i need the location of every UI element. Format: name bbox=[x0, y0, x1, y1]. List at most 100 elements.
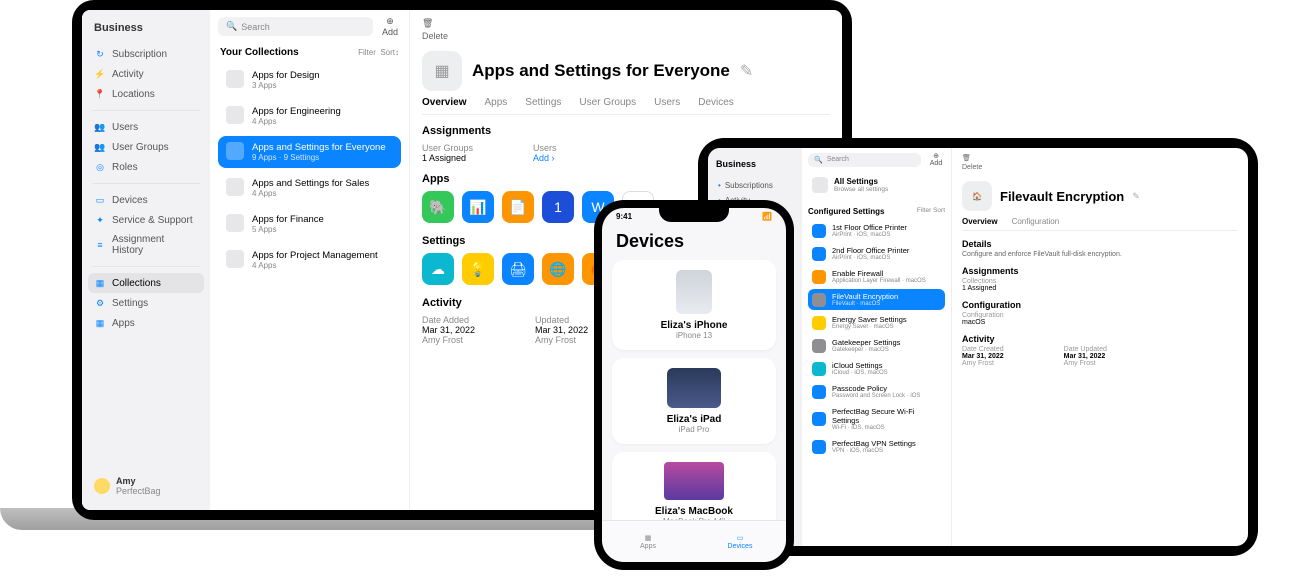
sidebar-item-settings[interactable]: ⚙Settings bbox=[88, 293, 204, 313]
app-icon[interactable]: 💡 bbox=[462, 253, 494, 285]
setting-icon bbox=[812, 247, 826, 261]
collection-item[interactable]: Apps and Settings for Everyone9 Apps · 9… bbox=[218, 136, 401, 168]
add-button[interactable]: ⊕Add bbox=[927, 152, 945, 167]
setting-item[interactable]: 2nd Floor Office PrinterAirPrint · iOS, … bbox=[808, 243, 945, 264]
add-button[interactable]: ⊕Add bbox=[379, 16, 401, 37]
filter-button[interactable]: Filter bbox=[917, 207, 931, 214]
setting-icon bbox=[812, 270, 826, 284]
tab-overview[interactable]: Overview bbox=[422, 97, 466, 108]
search-icon: 🔍 bbox=[226, 21, 237, 32]
setting-icon bbox=[812, 339, 826, 353]
collection-icon bbox=[226, 214, 244, 232]
setting-item[interactable]: 1st Floor Office PrinterAirPrint · iOS, … bbox=[808, 220, 945, 241]
sidebar-item-devices[interactable]: ▭Devices bbox=[88, 190, 204, 210]
activity-label: Activity bbox=[962, 334, 1238, 344]
tab-users[interactable]: Users bbox=[654, 97, 680, 108]
sidebar-item-roles[interactable]: ◎Roles bbox=[88, 157, 204, 177]
tab-user-groups[interactable]: User Groups bbox=[579, 97, 636, 108]
search-input[interactable]: 🔍Search bbox=[808, 153, 921, 167]
collection-item[interactable]: Apps for Project Management4 Apps bbox=[218, 244, 401, 276]
search-icon: 🔍 bbox=[814, 156, 823, 164]
page-title: Apps and Settings for Everyone bbox=[472, 61, 730, 81]
all-settings-item[interactable]: All SettingsBrowse all settings bbox=[808, 173, 945, 197]
sidebar-item-collections[interactable]: ▦Collections bbox=[88, 273, 204, 293]
sidebar-icon: ⚡ bbox=[94, 68, 106, 80]
app-icon[interactable]: 🐘 bbox=[422, 191, 454, 223]
app-icon[interactable]: 📊 bbox=[462, 191, 494, 223]
tab-overview[interactable]: Overview bbox=[962, 217, 998, 226]
collection-item[interactable]: Apps for Design3 Apps bbox=[218, 64, 401, 96]
collection-icon bbox=[226, 142, 244, 160]
delete-button[interactable]: 🗑Delete bbox=[962, 154, 982, 171]
collection-item[interactable]: Apps for Engineering4 Apps bbox=[218, 100, 401, 132]
collection-item[interactable]: Apps and Settings for Sales4 Apps bbox=[218, 172, 401, 204]
setting-item[interactable]: iCloud SettingsiCloud · iOS, macOS bbox=[808, 358, 945, 379]
app-icon[interactable]: 📄 bbox=[502, 191, 534, 223]
app-icon[interactable]: 1 bbox=[542, 191, 574, 223]
tab-configuration[interactable]: Configuration bbox=[1012, 217, 1060, 226]
assignment-value: 1 Assigned bbox=[422, 153, 473, 163]
grid-icon bbox=[812, 177, 828, 193]
tab-apps[interactable]: Apps bbox=[484, 97, 507, 108]
tab-bar: ▦Apps▭Devices bbox=[602, 520, 786, 562]
setting-icon bbox=[812, 385, 826, 399]
setting-item[interactable]: Passcode PolicyPassword and Screen Lock … bbox=[808, 381, 945, 402]
tab-settings[interactable]: Settings bbox=[525, 97, 561, 108]
edit-icon[interactable]: ✎ bbox=[740, 61, 753, 81]
sort-button[interactable]: Sort bbox=[933, 207, 945, 214]
collection-item[interactable]: Apps for Finance5 Apps bbox=[218, 208, 401, 240]
device-card[interactable]: Eliza's MacBookMacBook Pro 14" bbox=[612, 452, 776, 520]
setting-item[interactable]: Energy Saver SettingsEnergy Saver · macO… bbox=[808, 312, 945, 333]
device-card[interactable]: Eliza's iPadiPad Pro bbox=[612, 358, 776, 444]
delete-button[interactable]: 🗑Delete bbox=[422, 18, 448, 41]
sidebar-item-subscription[interactable]: ↻Subscription bbox=[88, 44, 204, 64]
app-icon[interactable]: 🖨 bbox=[502, 253, 534, 285]
sidebar-icon: 📍 bbox=[94, 88, 106, 100]
setting-item[interactable]: Enable FirewallApplication Layer Firewal… bbox=[808, 266, 945, 287]
sidebar-item-service-&-support[interactable]: ✦Service & Support bbox=[88, 210, 204, 230]
tabbar-devices[interactable]: ▭Devices bbox=[694, 521, 786, 562]
configuration-label: Configuration bbox=[962, 300, 1238, 310]
collection-icon bbox=[226, 106, 244, 124]
app-icon[interactable]: ☁ bbox=[422, 253, 454, 285]
device-icon bbox=[664, 462, 724, 500]
plus-icon: ⊕ bbox=[927, 152, 945, 160]
assignment-value[interactable]: Add › bbox=[533, 153, 557, 163]
tab-devices[interactable]: Devices bbox=[698, 97, 734, 108]
setting-item[interactable]: Gatekeeper SettingsGatekeeper · macOS bbox=[808, 335, 945, 356]
sidebar-item-locations[interactable]: 📍Locations bbox=[88, 84, 204, 104]
sidebar-icon: ⚙ bbox=[94, 297, 106, 309]
collection-icon bbox=[226, 178, 244, 196]
tab-icon: ▭ bbox=[737, 534, 744, 542]
setting-icon bbox=[812, 224, 826, 238]
assignments-label: Assignments bbox=[962, 266, 1238, 276]
sort-button[interactable]: Sort bbox=[380, 48, 395, 57]
ipad-settings-column: 🔍Search ⊕Add All SettingsBrowse all sett… bbox=[802, 148, 952, 546]
setting-item[interactable]: FileVault EncryptionFileVault · macOS bbox=[808, 289, 945, 310]
avatar-icon bbox=[94, 478, 110, 494]
search-input[interactable]: 🔍Search bbox=[218, 17, 373, 36]
tabbar-apps[interactable]: ▦Apps bbox=[602, 521, 694, 562]
setting-icon bbox=[812, 293, 826, 307]
mac-sidebar: Business ↻Subscription⚡Activity📍Location… bbox=[82, 10, 210, 510]
current-user-chip[interactable]: Amy PerfectBag bbox=[88, 470, 204, 502]
app-icon[interactable]: 🌐 bbox=[542, 253, 574, 285]
device-card[interactable]: Eliza's iPhoneiPhone 13 bbox=[612, 260, 776, 350]
sidebar-icon: ↻ bbox=[94, 48, 106, 60]
sidebar-item-assignment-history[interactable]: ≡Assignment History bbox=[88, 230, 204, 260]
sidebar-item-user-groups[interactable]: 👥User Groups bbox=[88, 137, 204, 157]
sidebar-item-users[interactable]: 👥Users bbox=[88, 117, 204, 137]
iphone-frame: 9:41📶 Devices Eliza's iPhoneiPhone 13Eli… bbox=[594, 200, 794, 570]
sidebar-icon: ▭ bbox=[94, 194, 106, 206]
edit-icon[interactable]: ✎ bbox=[1132, 191, 1140, 202]
assignments-label: Assignments bbox=[422, 125, 830, 137]
sidebar-item-subscriptions[interactable]: •Subscriptions bbox=[714, 178, 796, 193]
trash-icon: 🗑 bbox=[422, 18, 433, 29]
setting-item[interactable]: PerfectBag VPN SettingsVPN · iOS, macOS bbox=[808, 436, 945, 457]
app-brand: Business bbox=[90, 22, 202, 34]
sidebar-item-activity[interactable]: ⚡Activity bbox=[88, 64, 204, 84]
setting-item[interactable]: PerfectBag Secure Wi-Fi SettingsWi-Fi · … bbox=[808, 404, 945, 434]
sidebar-item-apps[interactable]: ▦Apps bbox=[88, 313, 204, 333]
page-title: Filevault Encryption bbox=[1000, 189, 1124, 204]
filter-button[interactable]: Filter bbox=[358, 48, 376, 57]
